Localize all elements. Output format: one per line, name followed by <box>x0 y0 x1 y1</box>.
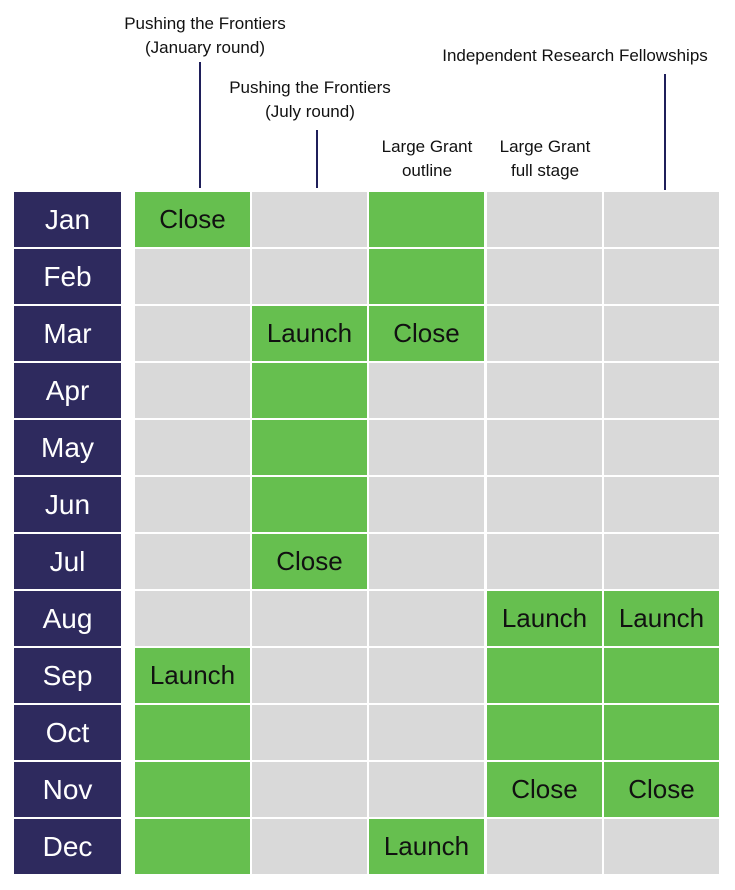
cell-inactive <box>252 591 367 646</box>
month-label: Oct <box>14 705 121 760</box>
cell-inactive <box>135 534 250 589</box>
cell-inactive <box>135 249 250 304</box>
month-label: Sep <box>14 648 121 703</box>
cell-inactive <box>252 192 367 247</box>
cell-inactive <box>604 249 719 304</box>
column-header: full stage <box>510 161 580 180</box>
cell-inactive <box>604 477 719 532</box>
month-label: Nov <box>14 762 121 817</box>
cell-inactive <box>604 306 719 361</box>
cell-inactive <box>487 534 602 589</box>
cell-inactive <box>252 762 367 817</box>
connector-line <box>199 62 201 188</box>
column-header: Pushing the Frontiers <box>229 78 391 97</box>
connector-line <box>316 130 318 188</box>
cell-active <box>135 819 250 874</box>
cell-active: Close <box>604 762 719 817</box>
column-header: outline <box>401 161 453 180</box>
month-label: Mar <box>14 306 121 361</box>
cell-inactive <box>604 192 719 247</box>
column-header: Pushing the Frontiers <box>124 14 286 33</box>
cell-active <box>135 762 250 817</box>
funding-calendar: Pushing the Frontiers (January round) Clos… <box>0 0 735 890</box>
cell-inactive <box>487 363 602 418</box>
cell-inactive <box>604 819 719 874</box>
cell-inactive <box>604 363 719 418</box>
cell-inactive <box>369 591 484 646</box>
month-label: Jun <box>14 477 121 532</box>
cell-inactive <box>604 534 719 589</box>
cell-inactive <box>487 477 602 532</box>
cell-inactive <box>369 420 484 475</box>
cell-inactive <box>135 306 250 361</box>
cell-inactive <box>369 363 484 418</box>
cell-inactive <box>369 705 484 760</box>
cell-active <box>604 705 719 760</box>
cell-inactive <box>135 420 250 475</box>
month-label: Dec <box>14 819 121 874</box>
cell-active <box>369 249 484 304</box>
cell-inactive <box>135 477 250 532</box>
column-header: Independent Research Fellowships <box>442 46 708 65</box>
column-header: Large Grant <box>499 137 591 156</box>
cell-active: Close <box>369 306 484 361</box>
cell-active: Launch <box>369 819 484 874</box>
month-label: Apr <box>14 363 121 418</box>
cell-inactive <box>252 819 367 874</box>
column-header: (July round) <box>265 102 355 121</box>
month-label: May <box>14 420 121 475</box>
cell-active <box>487 648 602 703</box>
month-label: Feb <box>14 249 121 304</box>
cell-active <box>252 363 367 418</box>
cell-active <box>487 705 602 760</box>
cell-inactive <box>487 249 602 304</box>
cell-inactive <box>135 363 250 418</box>
cell-inactive <box>487 420 602 475</box>
cell-inactive <box>369 648 484 703</box>
cell-inactive <box>252 648 367 703</box>
cell-active <box>369 192 484 247</box>
cell-active: Launch <box>135 648 250 703</box>
cell-active <box>135 705 250 760</box>
cell-inactive <box>252 705 367 760</box>
cell-active: Close <box>135 192 250 247</box>
cell-active <box>252 477 367 532</box>
month-label: Jan <box>14 192 121 247</box>
connector-line <box>664 74 666 190</box>
cell-active: Launch <box>487 591 602 646</box>
cell-active: Close <box>252 534 367 589</box>
cell-active <box>252 420 367 475</box>
cell-active: Launch <box>604 591 719 646</box>
cell-inactive <box>135 591 250 646</box>
cell-inactive <box>604 420 719 475</box>
cell-active: Launch <box>252 306 367 361</box>
cell-inactive <box>369 534 484 589</box>
cell-active: Close <box>487 762 602 817</box>
month-label: Aug <box>14 591 121 646</box>
column-header: (January round) <box>144 38 266 57</box>
cell-inactive <box>487 192 602 247</box>
cell-inactive <box>487 819 602 874</box>
month-label: Jul <box>14 534 121 589</box>
cell-inactive <box>369 477 484 532</box>
cell-active <box>604 648 719 703</box>
cell-inactive <box>487 306 602 361</box>
cell-inactive <box>252 249 367 304</box>
cell-inactive <box>369 762 484 817</box>
column-header: Large Grant <box>381 137 473 156</box>
